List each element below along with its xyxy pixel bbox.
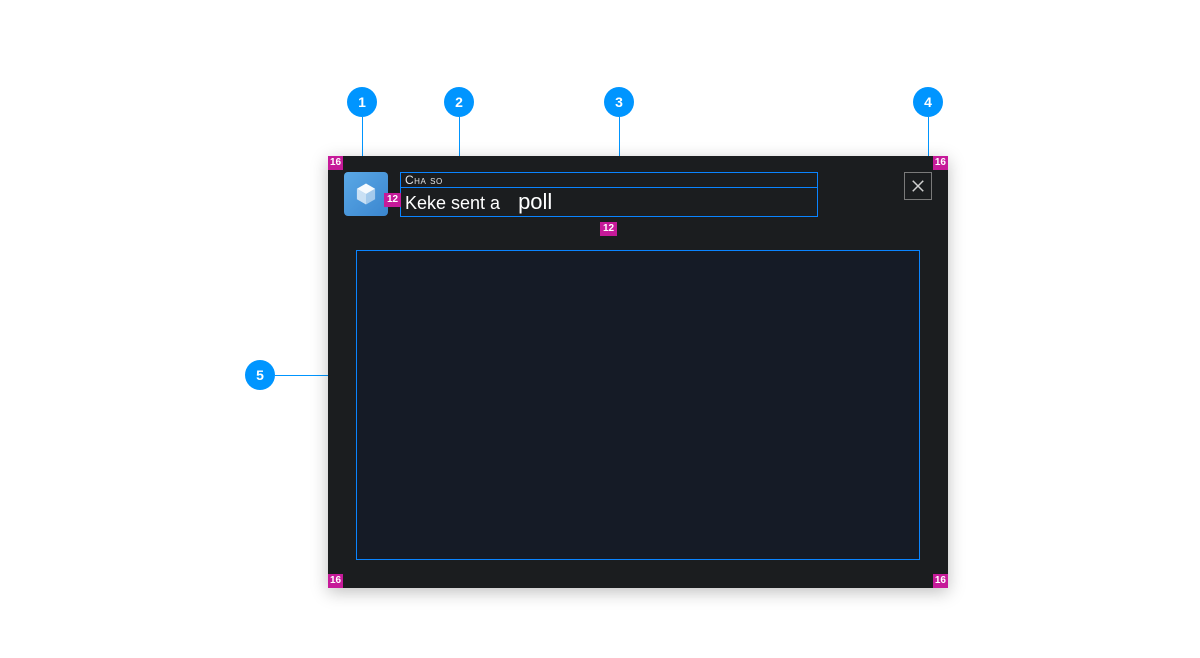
- notification-card: 16 16 16 16 12 Cна so Keke sent a poll: [328, 156, 948, 588]
- callout-2-label: 2: [455, 94, 463, 110]
- callout-5: 5: [245, 360, 275, 390]
- app-icon-glyph: [352, 180, 380, 208]
- callout-1-label: 1: [358, 94, 366, 110]
- app-icon: [344, 172, 388, 216]
- padding-chip-bl: 16: [328, 574, 343, 588]
- callout-4-label: 4: [924, 94, 932, 110]
- callout-1: 1: [347, 87, 377, 117]
- app-title: Cна so: [401, 173, 817, 187]
- title-outline: Cна so Keke sent a poll: [400, 172, 818, 217]
- padding-chip-tr: 16: [933, 156, 948, 170]
- notification-message: Keke sent a poll: [401, 188, 817, 216]
- callout-4-line: [928, 117, 929, 156]
- close-icon: [909, 177, 927, 195]
- padding-chip-tl: 16: [328, 156, 343, 170]
- title-block: 12 Cна so Keke sent a poll 12: [400, 172, 818, 217]
- message-prefix: Keke sent a: [405, 193, 500, 214]
- padding-chip-br: 16: [933, 574, 948, 588]
- callout-2: 2: [444, 87, 474, 117]
- callout-1-line: [362, 117, 363, 156]
- callout-5-label: 5: [256, 367, 264, 383]
- gap-chip-left: 12: [384, 193, 401, 207]
- close-button[interactable]: [904, 172, 932, 200]
- callout-5-line: [275, 375, 328, 376]
- adaptive-content-area: [356, 250, 920, 560]
- card-header: 12 Cна so Keke sent a poll 12: [344, 172, 932, 217]
- callout-3-label: 3: [615, 94, 623, 110]
- gap-chip-bottom: 12: [600, 222, 617, 236]
- callout-3: 3: [604, 87, 634, 117]
- message-object: poll: [518, 189, 552, 215]
- callout-4: 4: [913, 87, 943, 117]
